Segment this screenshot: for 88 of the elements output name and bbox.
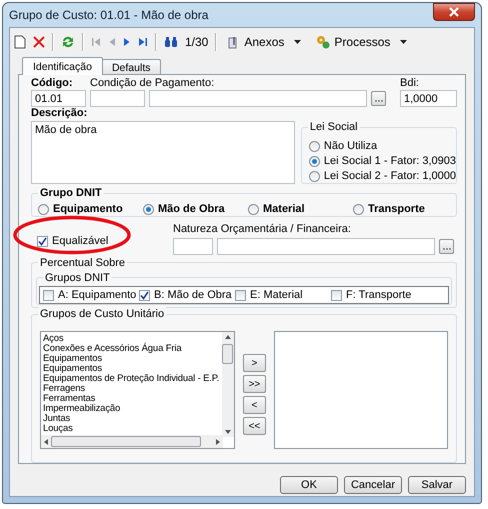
dialog-button[interactable]: Salvar bbox=[408, 476, 466, 494]
list-item[interactable]: Aços bbox=[43, 334, 223, 344]
list-item[interactable]: Juntas bbox=[43, 414, 223, 424]
radio-label: Não Utiliza bbox=[324, 140, 378, 152]
radio-label: Lei Social 1 - Fator: 3,0903 bbox=[324, 155, 456, 167]
new-document-icon[interactable] bbox=[14, 35, 26, 49]
list-item[interactable]: Louças bbox=[43, 424, 223, 434]
list-item[interactable]: Equipamentos de Proteção Individual - E.P. bbox=[43, 374, 223, 384]
list-item[interactable]: Impermeabilização bbox=[43, 404, 223, 414]
field-label: Descrição: bbox=[31, 107, 88, 120]
delete-icon[interactable] bbox=[33, 36, 45, 48]
transfer-button[interactable]: < bbox=[242, 396, 266, 414]
browse-button[interactable] bbox=[439, 239, 454, 254]
refresh-icon[interactable] bbox=[61, 35, 75, 49]
close-icon bbox=[448, 7, 460, 17]
list-item[interactable]: Ferramentas bbox=[43, 394, 223, 404]
dialog-button[interactable]: OK bbox=[280, 476, 338, 494]
code-field[interactable]: 01.01 bbox=[31, 90, 86, 107]
record-counter: 1/30 bbox=[185, 35, 208, 49]
scroll-left-icon[interactable] bbox=[44, 438, 48, 445]
transfer-button[interactable]: >> bbox=[242, 375, 266, 394]
checkbox-label: E: Material bbox=[250, 289, 303, 302]
gears-icon bbox=[316, 35, 330, 49]
group-title: Grupo DNIT bbox=[38, 186, 104, 200]
group-title: Grupos DNIT bbox=[43, 271, 112, 286]
bdi-field[interactable]: 1,0000 bbox=[400, 90, 457, 107]
ellipsis-icon bbox=[442, 248, 450, 250]
radio-label: Lei Social 2 - Fator: 1,0000 bbox=[324, 170, 456, 182]
tab[interactable]: Defaults bbox=[102, 59, 160, 75]
available-list[interactable]: Aços Conexões e Acessórios Água Fria Equipamentos Equipamentos Equipamentos de Proteção Individual - E.P. Ferragens Ferramentas Impermeabilização Juntas Louças bbox=[40, 331, 235, 450]
scroll-up-icon[interactable] bbox=[224, 335, 231, 340]
checkbox[interactable] bbox=[331, 290, 342, 301]
scroll-right-icon[interactable] bbox=[216, 438, 220, 445]
nature-name-field[interactable] bbox=[217, 238, 435, 256]
payment-code-field[interactable] bbox=[90, 90, 145, 107]
toolbar-menu-button[interactable]: Anexos bbox=[224, 35, 306, 49]
radio-button[interactable] bbox=[143, 204, 154, 214]
window-title: Grupo de Custo: 01.01 - Mão de obra bbox=[9, 8, 208, 22]
checkbox-label: Equalizável bbox=[52, 235, 108, 248]
next-record-icon[interactable] bbox=[123, 37, 131, 47]
scroll-thumb[interactable] bbox=[222, 344, 234, 364]
dialog-button[interactable]: Cancelar bbox=[344, 476, 402, 494]
toolbar-menu-button[interactable]: Processos bbox=[312, 35, 412, 49]
checkbox-label: F: Transporte bbox=[346, 289, 412, 302]
field-label: Bdi: bbox=[400, 77, 420, 90]
caret-icon bbox=[400, 40, 408, 44]
payment-name-field[interactable] bbox=[149, 90, 367, 107]
checkbox[interactable] bbox=[37, 236, 48, 247]
first-record-icon[interactable] bbox=[91, 37, 101, 47]
previous-record-icon[interactable] bbox=[108, 37, 116, 47]
radio-button[interactable] bbox=[308, 140, 320, 152]
radio-button[interactable] bbox=[38, 204, 49, 214]
radio-label: Equipamento bbox=[53, 203, 123, 215]
radio-label: Transporte bbox=[368, 203, 425, 215]
list-item[interactable]: Ferragens bbox=[43, 384, 223, 394]
nature-code-field[interactable] bbox=[173, 238, 213, 256]
list-item[interactable]: Conexões e Acessórios Água Fria bbox=[43, 344, 223, 354]
last-record-icon[interactable] bbox=[138, 37, 148, 47]
radio-label: Material bbox=[263, 203, 305, 215]
checkbox[interactable] bbox=[43, 290, 54, 301]
field-label: Natureza Orçamentária / Financeira: bbox=[173, 223, 352, 236]
radio-button[interactable] bbox=[248, 204, 259, 214]
checkbox-label: A: Equipamento bbox=[58, 289, 136, 302]
description-field[interactable]: Mão de obra bbox=[31, 121, 295, 184]
scroll-thumb[interactable] bbox=[51, 436, 201, 448]
caret-icon bbox=[294, 40, 302, 44]
vertical-scrollbar[interactable] bbox=[222, 332, 234, 438]
field-label: Código: bbox=[31, 77, 74, 90]
transfer-button[interactable]: > bbox=[242, 354, 266, 372]
list-item[interactable]: Equipamentos bbox=[43, 364, 223, 374]
transfer-button[interactable]: << bbox=[242, 417, 266, 436]
radio-button[interactable] bbox=[353, 204, 364, 214]
horizontal-scrollbar[interactable] bbox=[41, 435, 223, 448]
field-label: Condição de Pagamento: bbox=[90, 77, 216, 90]
scroll-down-icon[interactable] bbox=[224, 430, 231, 434]
radio-label: Mão de Obra bbox=[158, 203, 225, 215]
group-title: Grupos de Custo Unitário bbox=[38, 307, 166, 322]
radio-button[interactable] bbox=[308, 156, 320, 166]
checkbox-label: B: Mão de Obra bbox=[154, 289, 232, 302]
checkbox[interactable] bbox=[235, 290, 246, 301]
close-button[interactable] bbox=[433, 3, 475, 21]
tab[interactable]: Identificação bbox=[22, 57, 103, 75]
radio-button[interactable] bbox=[308, 170, 320, 182]
binoculars-icon[interactable] bbox=[164, 36, 178, 48]
checkbox[interactable] bbox=[139, 290, 150, 301]
list-item[interactable]: Equipamentos bbox=[43, 354, 223, 364]
browse-button[interactable] bbox=[371, 91, 386, 106]
selected-list[interactable] bbox=[274, 331, 448, 450]
